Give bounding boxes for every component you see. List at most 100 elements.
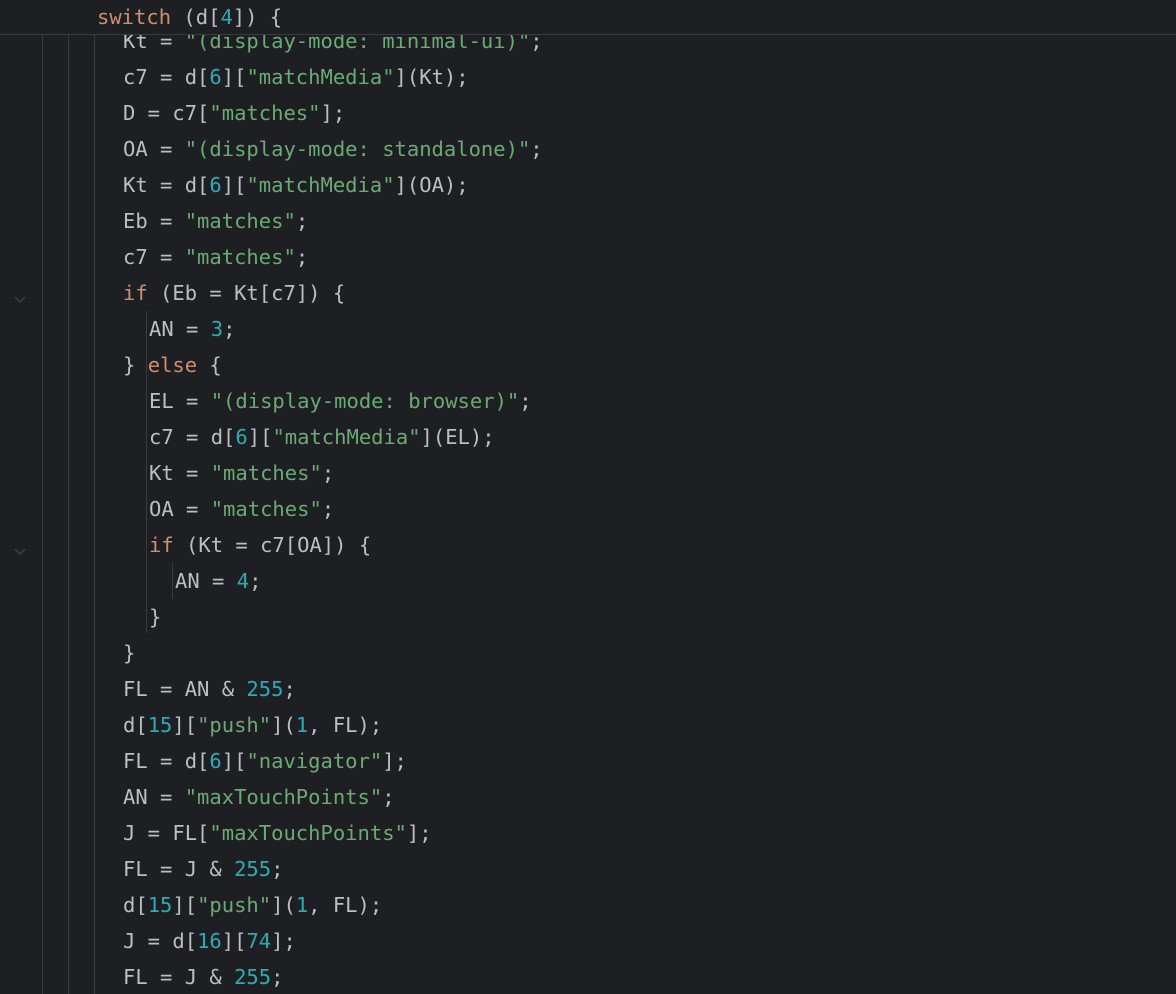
code-token: 15 bbox=[147, 893, 173, 917]
code-token: ][ bbox=[247, 425, 273, 449]
code-token: (d[ bbox=[171, 5, 221, 29]
code-token: J = d[ bbox=[123, 929, 198, 953]
code-token: ]( bbox=[271, 893, 296, 917]
code-token: 6 bbox=[209, 65, 222, 89]
code-token: ](EL); bbox=[420, 425, 495, 449]
indent-guide bbox=[68, 34, 69, 994]
code-token: 6 bbox=[235, 425, 248, 449]
code-line[interactable]: FL = d[6]["navigator"]; bbox=[123, 743, 407, 779]
code-token: ; bbox=[249, 569, 262, 593]
code-token: ; bbox=[530, 137, 543, 161]
code-token: "push" bbox=[197, 713, 272, 737]
code-token: "matches" bbox=[210, 461, 322, 485]
code-token: AN = bbox=[149, 317, 211, 341]
code-token: "matchMedia" bbox=[272, 425, 421, 449]
code-token: FL = J & bbox=[123, 965, 235, 989]
code-line[interactable]: D = c7["matches"]; bbox=[123, 95, 345, 131]
code-line[interactable]: c7 = d[6]["matchMedia"](EL); bbox=[149, 419, 495, 455]
code-token: "matchMedia" bbox=[246, 65, 395, 89]
code-token: Kt = d[ bbox=[123, 173, 210, 197]
code-line[interactable]: AN = 4; bbox=[175, 563, 261, 599]
code-token: ; bbox=[223, 317, 236, 341]
code-token: "matches" bbox=[184, 209, 296, 233]
code-token: ]( bbox=[271, 713, 296, 737]
code-token: EL = bbox=[149, 389, 211, 413]
code-line[interactable]: OA = "(display-mode: standalone)"; bbox=[123, 131, 543, 167]
code-token: FL = J & bbox=[123, 857, 235, 881]
code-token: 74 bbox=[246, 929, 272, 953]
code-token: ; bbox=[519, 389, 532, 413]
code-token: 16 bbox=[197, 929, 222, 953]
code-token: "push" bbox=[197, 893, 272, 917]
code-token: ][ bbox=[172, 893, 198, 917]
code-area[interactable]: Kt = "(display-mode: minimal-ui)"; c7 = d… bbox=[0, 0, 1176, 994]
code-line[interactable]: } else { bbox=[123, 347, 222, 383]
code-token: ]; bbox=[320, 101, 346, 125]
code-token: if bbox=[123, 281, 148, 305]
code-line[interactable]: AN = "maxTouchPoints"; bbox=[123, 779, 395, 815]
code-line[interactable]: if (Kt = c7[OA]) { bbox=[149, 527, 371, 563]
code-token: 15 bbox=[147, 713, 173, 737]
code-line[interactable]: OA = "matches"; bbox=[149, 491, 334, 527]
code-token: 4 bbox=[236, 569, 250, 593]
code-token: ](Kt); bbox=[394, 65, 469, 89]
code-token: ; bbox=[295, 209, 309, 233]
code-token: 6 bbox=[209, 749, 222, 773]
code-line[interactable]: EL = "(display-mode: browser)"; bbox=[149, 383, 532, 419]
code-token: c7 = d[ bbox=[123, 65, 210, 89]
code-token: "maxTouchPoints" bbox=[184, 785, 383, 809]
code-token: ]; bbox=[382, 749, 407, 773]
sticky-scope-header[interactable]: switch (d[4]) { bbox=[0, 0, 1176, 35]
indent-guide bbox=[94, 34, 95, 994]
code-token: ][ bbox=[221, 929, 247, 953]
code-line[interactable]: AN = 3; bbox=[149, 311, 235, 347]
code-token: "matches" bbox=[184, 245, 296, 269]
code-token: ][ bbox=[172, 713, 198, 737]
code-token: ; bbox=[283, 677, 296, 701]
code-token: ; bbox=[321, 461, 335, 485]
code-token: J = FL[ bbox=[123, 821, 210, 845]
code-line[interactable]: c7 = d[6]["matchMedia"](Kt); bbox=[123, 59, 469, 95]
code-line[interactable]: J = FL["maxTouchPoints"]; bbox=[123, 815, 432, 851]
code-token: ; bbox=[295, 245, 309, 269]
code-line[interactable]: J = d[16][74]; bbox=[123, 923, 296, 959]
code-token: 255 bbox=[234, 965, 272, 989]
code-line[interactable]: FL = J & 255; bbox=[123, 959, 283, 994]
fold-chevron-icon[interactable] bbox=[12, 539, 28, 556]
code-line[interactable]: d[15]["push"](1, FL); bbox=[123, 887, 382, 923]
code-line[interactable]: Eb = "matches"; bbox=[123, 203, 308, 239]
code-token: else bbox=[147, 353, 198, 377]
code-token: } bbox=[123, 353, 148, 377]
code-token: ; bbox=[382, 785, 395, 809]
code-token: "matchMedia" bbox=[246, 173, 395, 197]
code-token: ]) { bbox=[232, 5, 283, 29]
code-token: AN = bbox=[175, 569, 237, 593]
code-token: ; bbox=[271, 965, 284, 989]
code-line[interactable]: FL = J & 255; bbox=[123, 851, 283, 887]
code-line[interactable]: c7 = "matches"; bbox=[123, 239, 308, 275]
code-token: 1 bbox=[295, 893, 309, 917]
code-token: ; bbox=[271, 857, 284, 881]
code-line[interactable]: Kt = "matches"; bbox=[149, 455, 334, 491]
code-line[interactable]: } bbox=[149, 599, 161, 635]
code-line[interactable]: Kt = d[6]["matchMedia"](OA); bbox=[123, 167, 469, 203]
code-token: AN = bbox=[123, 785, 185, 809]
code-token: switch bbox=[97, 5, 172, 29]
code-editor[interactable]: Kt = "(display-mode: minimal-ui)"; c7 = d… bbox=[0, 0, 1176, 994]
code-line[interactable]: switch (d[4]) { bbox=[97, 0, 282, 35]
code-line[interactable]: d[15]["push"](1, FL); bbox=[123, 707, 382, 743]
code-line[interactable]: if (Eb = Kt[c7]) { bbox=[123, 275, 345, 311]
code-token: if bbox=[149, 533, 174, 557]
indent-guide bbox=[42, 34, 43, 994]
code-token: 3 bbox=[210, 317, 224, 341]
code-token: } bbox=[123, 641, 136, 665]
code-token: ][ bbox=[221, 173, 247, 197]
code-line[interactable]: FL = AN & 255; bbox=[123, 671, 296, 707]
code-token: FL = AN & bbox=[123, 677, 247, 701]
code-token: D = c7[ bbox=[123, 101, 210, 125]
code-token: "(display-mode: browser)" bbox=[210, 389, 520, 413]
fold-chevron-icon[interactable] bbox=[12, 287, 28, 304]
code-token: 255 bbox=[234, 857, 272, 881]
code-line[interactable]: } bbox=[123, 635, 135, 671]
code-token: "matches" bbox=[210, 497, 322, 521]
